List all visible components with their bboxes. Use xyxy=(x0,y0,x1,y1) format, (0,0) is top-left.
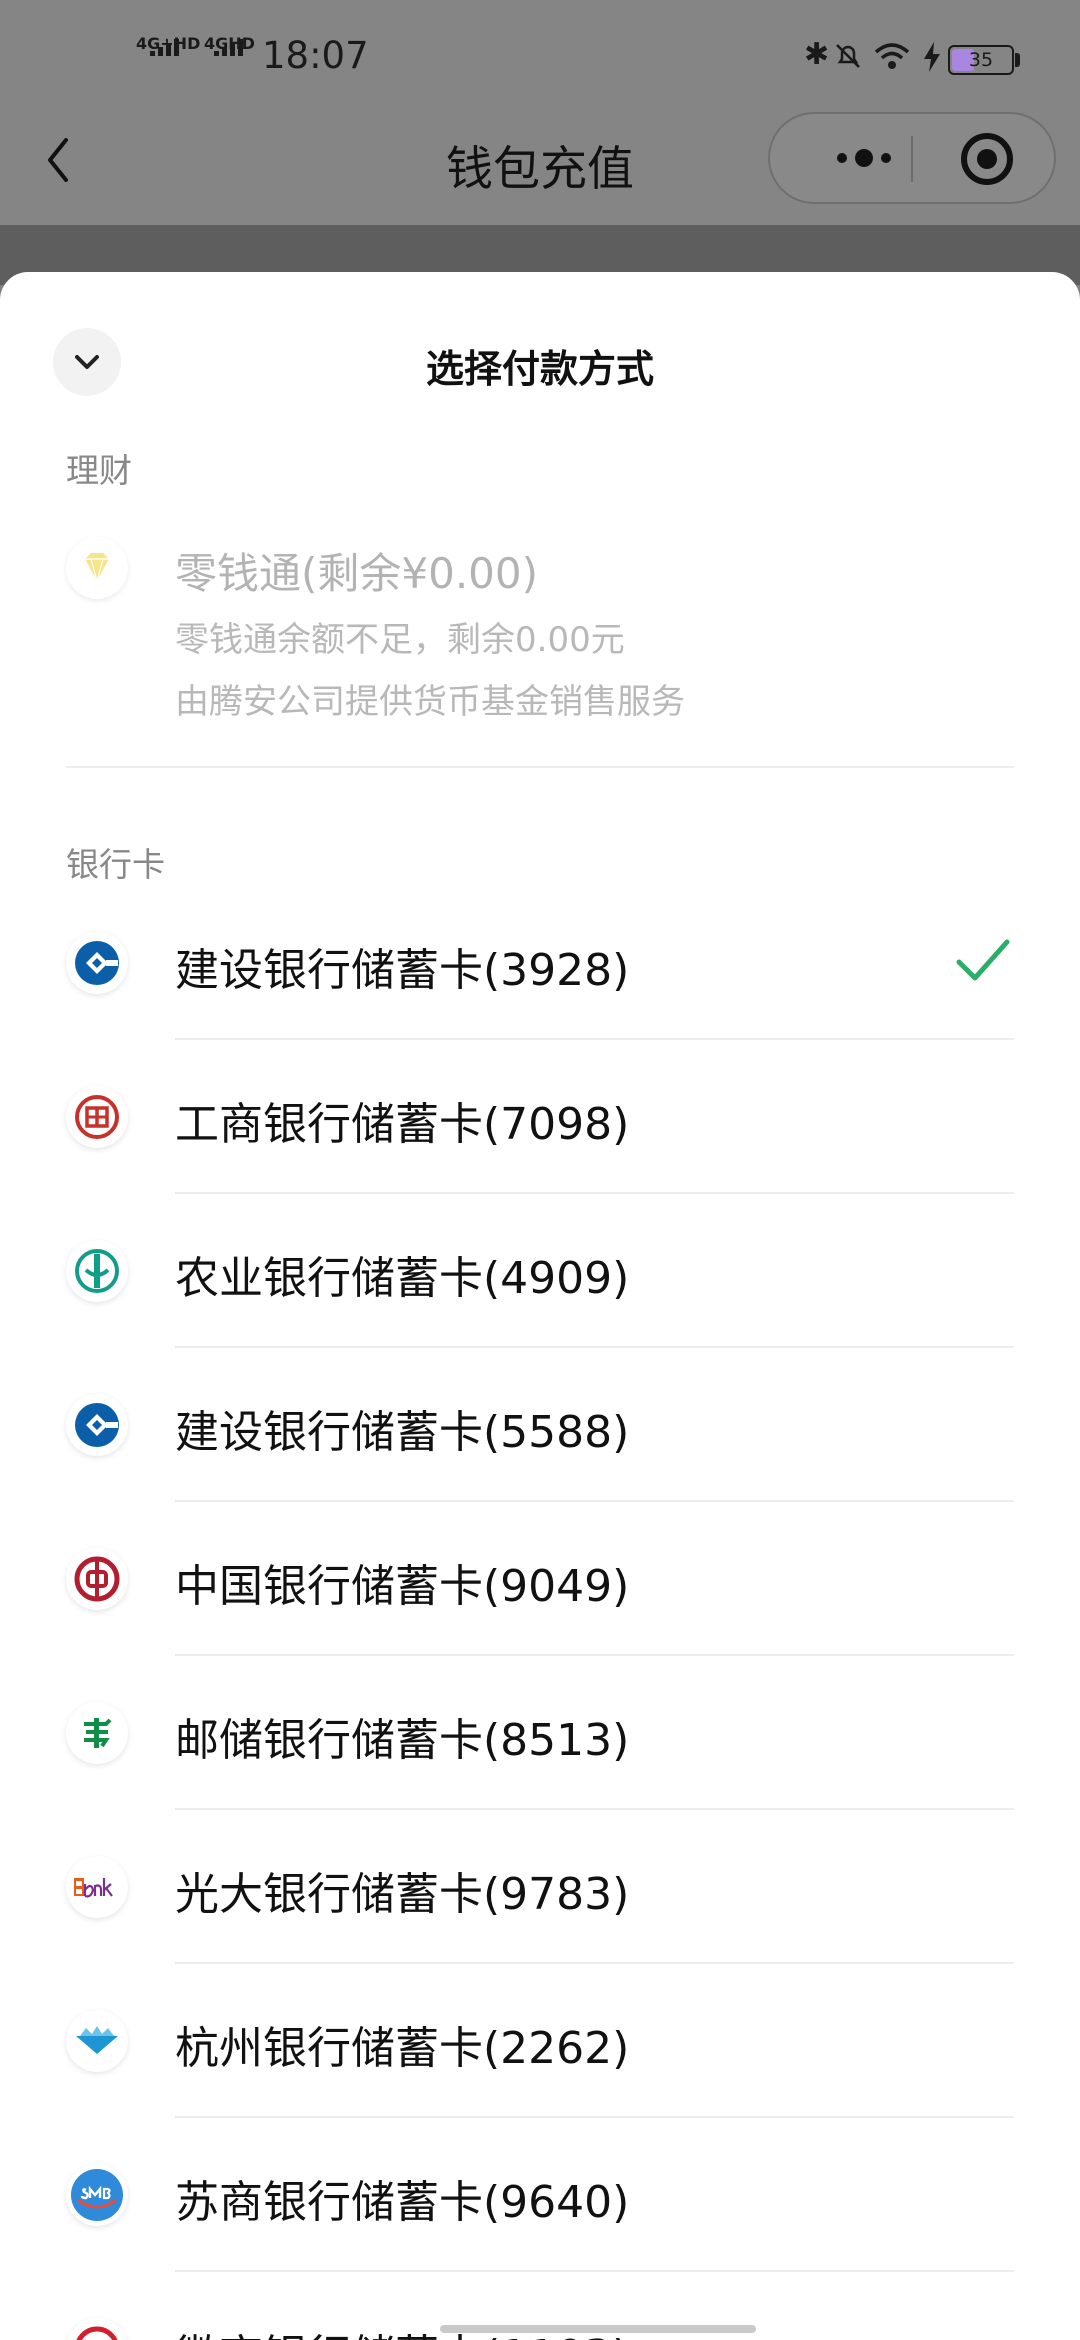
bank-card-label: 苏商银行储蓄卡(9640) xyxy=(175,2177,630,2228)
section-divider xyxy=(66,766,1014,768)
bank-card-option[interactable]: 工商银行储蓄卡(7098) xyxy=(0,1040,1080,1194)
bank-card-option[interactable]: 光大银行储蓄卡(9783) xyxy=(0,1810,1080,1964)
bank-card-label: 光大银行储蓄卡(9783) xyxy=(175,1869,630,1920)
target-icon xyxy=(961,133,1013,185)
bank-card-label: 建设银行储蓄卡(3928) xyxy=(175,945,630,996)
psbc-logo-icon xyxy=(66,1702,128,1764)
bluetooth-icon: ✱ xyxy=(804,37,830,72)
bank-card-option[interactable]: 苏商银行储蓄卡(9640) xyxy=(0,2118,1080,2272)
home-indicator[interactable] xyxy=(440,2325,756,2333)
hzbank-logo-icon xyxy=(66,2010,128,2072)
battery-icon: 35 xyxy=(948,45,1014,75)
bank-card-label: 邮储银行储蓄卡(8513) xyxy=(175,1715,630,1766)
ccb-logo-icon xyxy=(66,932,128,994)
boc-logo-icon xyxy=(66,1548,128,1610)
more-dots-icon xyxy=(837,149,891,167)
close-mini-program-button[interactable] xyxy=(958,130,1016,188)
selected-check-icon xyxy=(955,936,1011,990)
bank-card-option[interactable]: 中国银行储蓄卡(9049) xyxy=(0,1502,1080,1656)
icbc-logo-icon xyxy=(66,1086,128,1148)
payment-method-sheet: 选择付款方式 理财 零钱通(剩余¥0.00) 零钱通余额不足，剩余0.00元 由… xyxy=(0,272,1080,2340)
battery-tip xyxy=(1015,53,1020,67)
charging-icon xyxy=(922,42,942,78)
smb-logo-icon xyxy=(66,2164,128,2226)
ceb-logo-icon xyxy=(66,1856,128,1918)
bank-card-option[interactable]: 建设银行储蓄卡(3928) xyxy=(0,886,1080,1040)
bank-card-option[interactable]: 建设银行储蓄卡(5588) xyxy=(0,1348,1080,1502)
bank-card-label: 中国银行储蓄卡(9049) xyxy=(175,1561,630,1612)
more-button[interactable] xyxy=(814,114,914,202)
lingqiantong-title: 零钱通(剩余¥0.00) xyxy=(175,549,539,598)
bank-card-option[interactable]: 农业银行储蓄卡(4909) xyxy=(0,1194,1080,1348)
sheet-title: 选择付款方式 xyxy=(425,347,654,391)
hsbank-logo-icon xyxy=(66,2318,128,2340)
ccb-logo-icon xyxy=(66,1394,128,1456)
mute-icon xyxy=(834,42,862,76)
bank-card-label: 工商银行储蓄卡(7098) xyxy=(175,1099,630,1150)
mini-program-capsule xyxy=(768,112,1056,204)
status-time: 18:07 xyxy=(262,34,369,77)
bank-card-label: 农业银行储蓄卡(4909) xyxy=(175,1253,630,1304)
finance-section-label: 理财 xyxy=(66,451,132,490)
wifi-icon xyxy=(874,42,910,76)
lingqiantong-provider-note: 由腾安公司提供货币基金销售服务 xyxy=(175,682,685,722)
battery-level: 35 xyxy=(968,49,994,71)
bank-card-label: 建设银行储蓄卡(5588) xyxy=(175,1407,630,1458)
bank-section-label: 银行卡 xyxy=(66,845,165,884)
bank-card-option[interactable]: 邮储银行储蓄卡(8513) xyxy=(0,1656,1080,1810)
lingqiantong-balance-note: 零钱通余额不足，剩余0.00元 xyxy=(175,620,625,660)
diamond-icon xyxy=(66,537,128,599)
bank-card-option[interactable]: 杭州银行储蓄卡(2262) xyxy=(0,1964,1080,2118)
abc-logo-icon xyxy=(66,1240,128,1302)
capsule-divider xyxy=(911,136,913,182)
bank-card-label: 杭州银行储蓄卡(2262) xyxy=(175,2023,630,2074)
